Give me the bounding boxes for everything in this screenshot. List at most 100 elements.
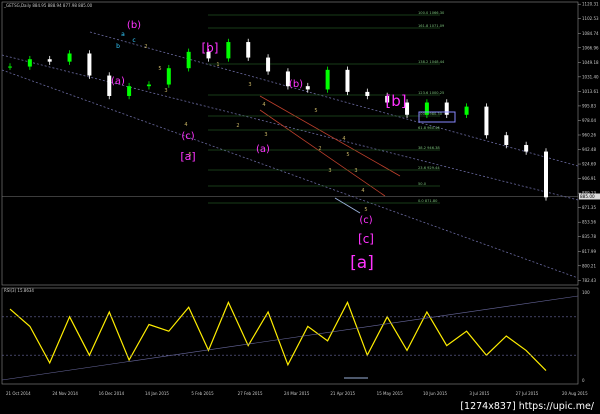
red-channel-bottom xyxy=(259,109,386,197)
candle-body xyxy=(226,42,231,59)
wave-label-minor: 5 xyxy=(346,152,349,158)
x-tick-label: 5 Feb 2015 xyxy=(191,391,214,396)
candle-body xyxy=(524,145,529,152)
wave-label-magenta: (c) xyxy=(359,215,372,226)
y-tick-label: 1084.74 xyxy=(582,31,599,36)
candle-body xyxy=(47,59,52,62)
image-watermark: [1274x837] https://upic.me/ xyxy=(460,401,594,412)
y-tick-label: 817.99 xyxy=(582,249,596,254)
fib-level-label: 50.0 xyxy=(418,182,427,186)
y-tick-label: 995.83 xyxy=(582,103,596,108)
wave-label-minor: 4 xyxy=(262,102,265,108)
wave-label-minor: 3 xyxy=(328,168,331,174)
wave-label-cyan: c xyxy=(132,37,135,44)
fib-level-label: 0.0 871.80 xyxy=(418,199,438,203)
candle-body xyxy=(8,66,12,68)
candle-body xyxy=(266,57,271,72)
wave-label-cyan: b xyxy=(116,43,120,50)
wave-label-minor: 5 xyxy=(314,108,317,114)
candle-body xyxy=(186,51,191,69)
x-tick-label: 14 Jan 2015 xyxy=(145,391,169,396)
rsi-panel-frame xyxy=(1,287,579,385)
candle-body xyxy=(504,135,509,146)
price-chart[interactable]: 1120.31 1102.53 1084.74 1066.96 1049.18 1031.… xyxy=(0,0,600,414)
wave-label-minor: 1 xyxy=(216,62,219,68)
wave-label-minor: 3 xyxy=(264,132,267,138)
x-tick-label: 24 Nov 2014 xyxy=(52,391,78,396)
candle-body xyxy=(464,106,469,115)
candle-body xyxy=(444,102,449,115)
wave-label-magenta: (a) xyxy=(256,144,270,155)
y-tick-label: 1031.40 xyxy=(582,74,599,79)
wave-label-minor: 2 xyxy=(236,123,239,129)
rsi-axis-label: 100 xyxy=(582,290,590,295)
candle-body xyxy=(87,53,92,76)
channel-lower xyxy=(1,69,579,279)
x-tick-label: 15 May 2015 xyxy=(377,391,404,396)
candle-body xyxy=(166,68,171,85)
wave-label-minor: 4 xyxy=(342,136,345,142)
wave-label-minor: 5 xyxy=(188,152,191,158)
x-tick-label: 3 Jul 2015 xyxy=(469,391,490,396)
x-tick-label: 10 Jun 2015 xyxy=(423,391,448,396)
y-tick-label: 800.21 xyxy=(582,263,596,268)
channel-mid xyxy=(1,54,579,201)
wave-label-minor: 4 xyxy=(184,122,187,128)
wave-label-magenta: [c] xyxy=(358,232,374,246)
wave-label-magenta: (c) xyxy=(181,131,194,142)
wave-label-minor: 2 xyxy=(318,146,321,152)
y-tick-label: 853.56 xyxy=(582,220,596,225)
wave-label-magenta: [b] xyxy=(202,41,219,55)
fib-level-label: 123.6 1000.25 xyxy=(418,91,444,95)
y-tick-label: 1102.53 xyxy=(582,16,599,21)
x-tick-label: 21 Oct 2014 xyxy=(6,391,31,396)
x-tick-label: 20 Aug 2015 xyxy=(562,391,588,396)
y-tick-label: 835.78 xyxy=(582,234,596,239)
y-tick-label: 1066.96 xyxy=(582,45,599,50)
candle-body xyxy=(484,106,489,136)
y-tick-label: 978.04 xyxy=(582,118,596,123)
rsi-header: RSI(3) 15.8634 xyxy=(4,288,34,293)
channel-upper xyxy=(89,31,579,167)
wave-label-magenta: (b) xyxy=(289,79,303,90)
candle-body xyxy=(246,42,251,58)
y-tick-label: 924.69 xyxy=(582,162,596,167)
wave-label-magenta: [a] xyxy=(350,253,374,273)
chart-window: 1120.31 1102.53 1084.74 1066.96 1049.18 1031.… xyxy=(0,0,600,414)
fib-level-label: 100.0 980.30 xyxy=(418,112,443,116)
wave-label-magenta: (b) xyxy=(127,20,141,31)
wave-label-cyan: a xyxy=(121,31,125,38)
red-channel-top xyxy=(259,95,401,177)
wave-label-minor: 3 xyxy=(164,88,167,94)
wave-label-minor: 3 xyxy=(354,168,357,174)
x-tick-label: 21 Apr 2015 xyxy=(330,391,355,396)
candle-body xyxy=(67,53,72,62)
candle-body xyxy=(544,151,548,198)
current-price-label: 885.00 xyxy=(580,194,595,199)
wave-label-minor: 4 xyxy=(361,188,364,194)
y-tick-label: 1013.61 xyxy=(582,89,599,94)
chart-header: _GETSG,Daily 884.95 888.94 877.98 885.00 xyxy=(4,3,93,8)
x-tick-label: 16 Dec 2014 xyxy=(99,391,125,396)
y-tick-label: 782.43 xyxy=(582,278,596,283)
wave-label-minor: 2 xyxy=(144,44,147,50)
fib-level-label: 38.2 946.38 xyxy=(418,146,440,150)
fib-level-label: 23.6 929.44 xyxy=(418,166,440,170)
rsi-axis-label: 0 xyxy=(582,378,585,383)
y-tick-label: 871.35 xyxy=(582,205,596,210)
wave-label-magenta: [b] xyxy=(385,92,406,110)
price-panel-frame xyxy=(1,1,579,286)
wave-label-minor: 5 xyxy=(364,207,367,213)
price-arrow xyxy=(334,197,361,214)
wave-label-magenta: (a) xyxy=(111,76,125,87)
y-tick-label: 1120.31 xyxy=(582,2,599,7)
candle-body xyxy=(365,91,370,96)
candle-body xyxy=(345,69,350,92)
candle-body xyxy=(127,86,132,96)
candle-body xyxy=(305,86,310,90)
candle-body xyxy=(424,102,429,115)
x-tick-label: 27 Jul 2015 xyxy=(516,391,539,396)
candle-body xyxy=(146,84,151,87)
y-tick-label: 906.91 xyxy=(582,176,596,181)
rsi-trendline xyxy=(1,295,579,381)
